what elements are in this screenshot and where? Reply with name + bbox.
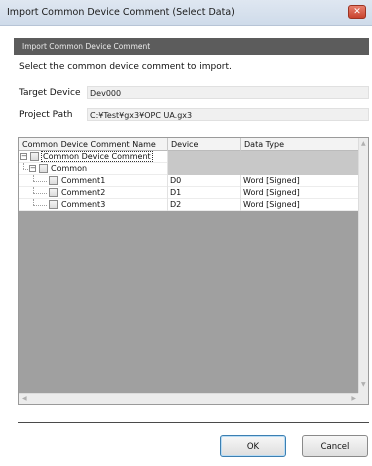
- tree-connector: [23, 169, 28, 170]
- scroll-left-icon[interactable]: ◀: [22, 396, 27, 402]
- separator-line: [18, 422, 369, 423]
- close-button[interactable]: ✕: [348, 5, 366, 19]
- close-icon: ✕: [353, 7, 361, 17]
- title-bar[interactable]: Import Common Device Comment (Select Dat…: [0, 0, 372, 26]
- grid-body: Common Device Comment Name Device Data T…: [19, 138, 359, 393]
- comment-name-cell: Comment3: [19, 199, 168, 211]
- root-checkbox[interactable]: [30, 152, 39, 161]
- target-device-label: Target Device: [19, 88, 81, 98]
- group-label: Common: [51, 164, 88, 173]
- device-cell-empty: [168, 163, 241, 175]
- comment-name: Comment2: [61, 188, 106, 197]
- device-cell-empty: [168, 151, 241, 163]
- grid-header: Common Device Comment Name Device Data T…: [19, 138, 359, 151]
- horizontal-scrollbar[interactable]: ◀ ▶: [19, 393, 359, 404]
- collapse-icon[interactable]: −: [20, 153, 27, 160]
- project-path-field: C:¥Test¥gx3¥OPC UA.gx3: [87, 108, 369, 121]
- import-dialog: Import Common Device Comment (Select Dat…: [0, 0, 372, 466]
- collapse-icon[interactable]: −: [29, 165, 36, 172]
- instruction-text: Select the common device comment to impo…: [19, 62, 232, 72]
- comment-name-cell: Comment2: [19, 187, 168, 199]
- data-type-cell: Word [Signed]: [241, 175, 359, 187]
- tree-cell-group: − Common: [19, 163, 168, 175]
- cancel-button[interactable]: Cancel: [302, 435, 368, 457]
- column-header-name[interactable]: Common Device Comment Name: [19, 138, 168, 151]
- scroll-down-icon[interactable]: ▼: [361, 382, 366, 388]
- target-device-field: Dev000: [87, 86, 369, 99]
- comment-tree-grid[interactable]: Common Device Comment Name Device Data T…: [18, 137, 369, 405]
- panel-header: Import Common Device Comment: [14, 38, 369, 55]
- row-checkbox[interactable]: [49, 176, 58, 185]
- ok-button[interactable]: OK: [220, 435, 286, 457]
- tree-connector: [33, 205, 47, 206]
- scroll-up-icon[interactable]: ▲: [361, 141, 366, 147]
- project-path-label: Project Path: [19, 110, 73, 120]
- data-type-cell: Word [Signed]: [241, 187, 359, 199]
- device-cell: D0: [168, 175, 241, 187]
- comment-name: Comment1: [61, 176, 106, 185]
- root-label: Common Device Comment: [41, 151, 153, 162]
- vertical-scrollbar[interactable]: ▲ ▼: [358, 138, 368, 393]
- comment-name: Comment3: [61, 200, 106, 209]
- table-row[interactable]: Comment1 D0 Word [Signed]: [19, 175, 359, 187]
- tree-row-group[interactable]: − Common: [19, 163, 359, 175]
- scroll-right-icon[interactable]: ▶: [351, 396, 356, 402]
- device-cell: D1: [168, 187, 241, 199]
- table-row[interactable]: Comment3 D2 Word [Signed]: [19, 199, 359, 211]
- device-cell: D2: [168, 199, 241, 211]
- scrollbar-corner: [358, 393, 368, 404]
- table-row[interactable]: Comment2 D1 Word [Signed]: [19, 187, 359, 199]
- row-checkbox[interactable]: [49, 200, 58, 209]
- comment-name-cell: Comment1: [19, 175, 168, 187]
- group-checkbox[interactable]: [39, 164, 48, 173]
- tree-row-root[interactable]: − Common Device Comment: [19, 151, 359, 163]
- tree-connector: [33, 193, 47, 194]
- window-title: Import Common Device Comment (Select Dat…: [7, 7, 235, 18]
- row-checkbox[interactable]: [49, 188, 58, 197]
- data-type-cell-empty: [241, 163, 359, 175]
- data-type-cell: Word [Signed]: [241, 199, 359, 211]
- column-header-device[interactable]: Device: [168, 138, 241, 151]
- tree-cell-root: − Common Device Comment: [19, 151, 168, 163]
- column-header-data-type[interactable]: Data Type: [241, 138, 359, 151]
- tree-connector: [33, 181, 47, 182]
- data-type-cell-empty: [241, 151, 359, 163]
